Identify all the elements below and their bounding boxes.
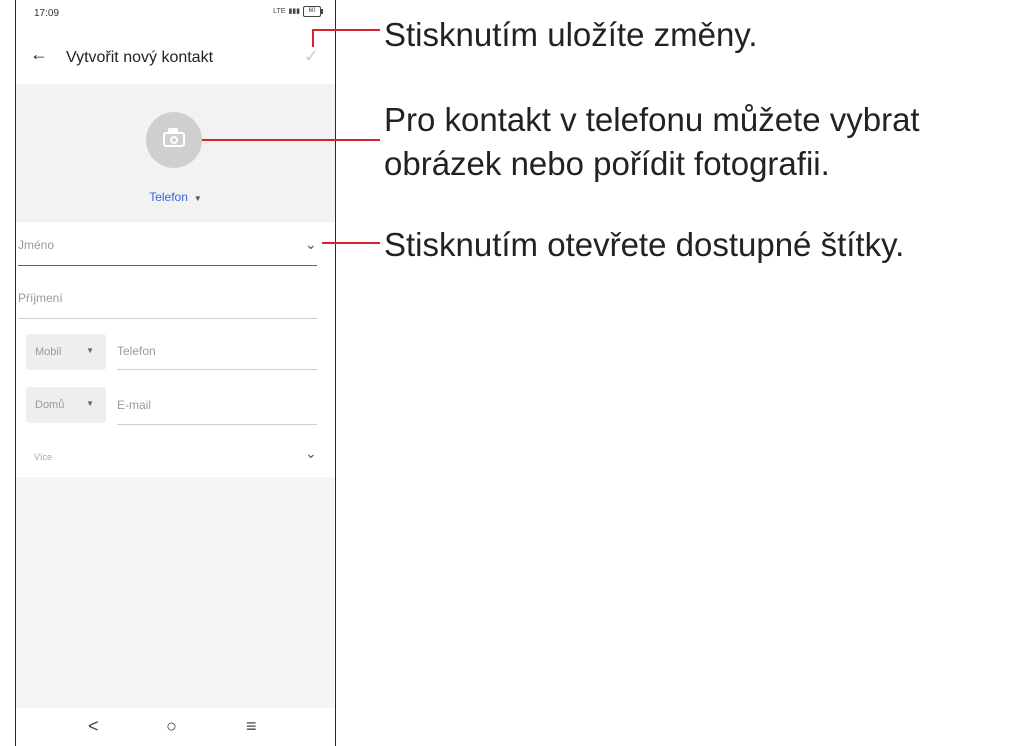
email-type-dropdown[interactable]: Domů ▼ — [26, 387, 106, 423]
nav-recents-icon[interactable]: ≡ — [246, 716, 257, 737]
callout-save-text: Stisknutím uložíte změny. — [384, 16, 758, 53]
status-time: 17:09 — [34, 8, 60, 19]
more-fields-chevron-icon[interactable]: ⌄ — [305, 445, 317, 462]
first-name-field[interactable]: Jméno — [18, 222, 317, 266]
callout-save-vline — [312, 29, 314, 47]
phone-type-dropdown[interactable]: Mobil ▼ — [26, 334, 106, 370]
callout-labels-text: Stisknutím otevřete dostupné štítky. — [384, 226, 905, 263]
contact-form: Jméno ⌄ Příjmení Mobil ▼ Telefon Domů ▼ … — [16, 222, 335, 477]
last-name-placeholder: Příjmení — [18, 291, 63, 305]
last-name-underline — [18, 318, 317, 319]
caret-down-icon: ▼ — [193, 194, 202, 203]
photo-area: Telefon ▼ — [16, 84, 335, 222]
navigation-bar: < ○ ≡ — [16, 708, 335, 746]
more-fields-label[interactable]: Více — [34, 452, 52, 462]
phone-underline — [117, 369, 317, 370]
email-placeholder: E-mail — [117, 398, 152, 412]
back-arrow-icon[interactable]: ← — [30, 44, 48, 65]
account-selector[interactable]: Telefon ▼ — [16, 190, 335, 204]
caret-down-icon: ▼ — [86, 346, 94, 355]
callout-photo-text-line1: Pro kontakt v telefonu můžete vybrat — [384, 101, 920, 138]
first-name-underline — [18, 264, 317, 266]
phone-placeholder: Telefon — [117, 344, 156, 358]
app-bar: ← Vytvořit nový kontakt ✓ — [16, 32, 335, 84]
add-photo-button[interactable] — [146, 112, 202, 168]
nav-back-icon[interactable]: < — [88, 716, 99, 737]
callout-labels-line — [322, 242, 380, 244]
page-title: Vytvořit nový kontakt — [66, 49, 214, 66]
phone-screen: 17:09 LTE ▮▮▮ 60 ← Vytvořit nový kontakt… — [15, 0, 336, 746]
battery-icon: 60 — [303, 6, 323, 17]
last-name-field[interactable]: Příjmení — [18, 275, 317, 319]
email-underline — [117, 424, 317, 425]
nav-home-icon[interactable]: ○ — [166, 716, 177, 737]
callout-save-line — [312, 29, 380, 31]
status-icons: LTE ▮▮▮ 60 — [273, 6, 323, 17]
phone-field[interactable]: Telefon — [117, 328, 317, 370]
network-label: LTE — [273, 8, 286, 15]
email-type-label: Domů — [35, 399, 65, 411]
first-name-placeholder: Jméno — [18, 238, 55, 252]
status-bar: 17:09 LTE ▮▮▮ 60 — [16, 0, 335, 32]
save-check-icon[interactable]: ✓ — [304, 46, 319, 67]
callout-photo-line — [202, 139, 380, 141]
phone-type-label: Mobil — [35, 346, 62, 358]
callout-photo-text-line2: obrázek nebo pořídit fotografii. — [384, 145, 830, 182]
signal-icon: ▮▮▮ — [288, 8, 300, 15]
camera-icon — [163, 132, 185, 147]
expand-name-chevron-icon[interactable]: ⌄ — [305, 236, 317, 253]
caret-down-icon: ▼ — [86, 399, 94, 408]
email-field[interactable]: E-mail — [117, 382, 317, 425]
account-label: Telefon — [149, 190, 188, 204]
